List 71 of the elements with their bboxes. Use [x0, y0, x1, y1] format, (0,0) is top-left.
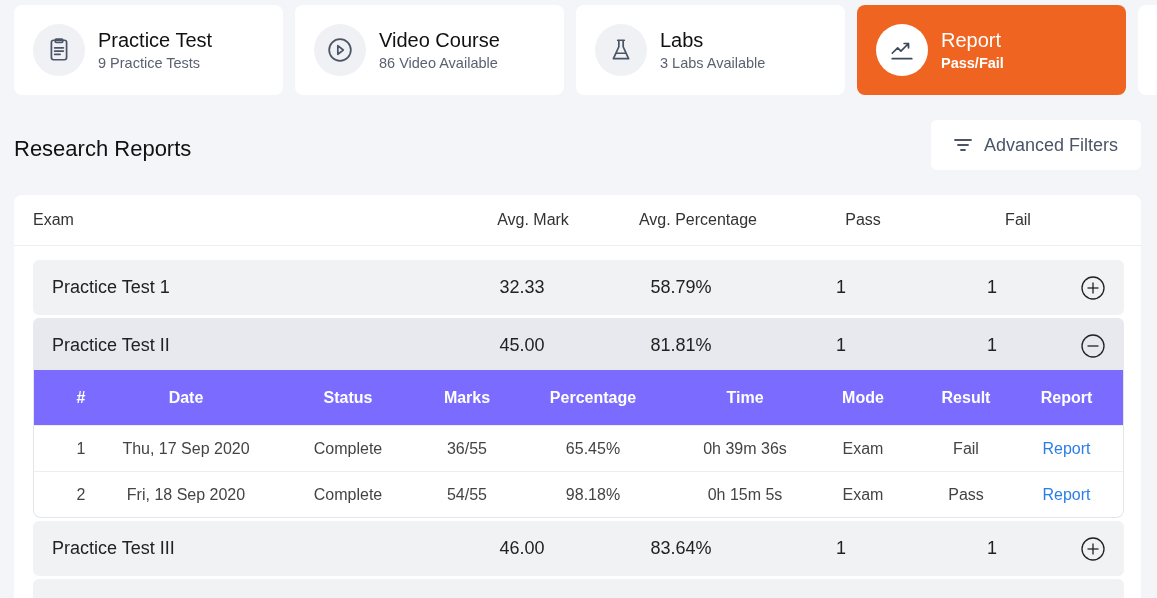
exam-row[interactable]: Practice Test III 46.00 83.64% 1 1	[33, 521, 1124, 576]
table-cell-text: Fri, 18 Sep 2020	[125, 485, 247, 504]
table-cell-text: 0h 15m 5s	[706, 485, 784, 504]
table-cell-text: 58.79%	[649, 277, 713, 298]
table-cell-text: 45.00	[498, 335, 546, 356]
table-cell-text: 0h 39m 36s	[702, 439, 788, 458]
filter-icon	[953, 138, 972, 152]
column-header: Status	[322, 388, 374, 407]
table-cell-text: 1	[835, 335, 847, 356]
table-cell-text: 1	[986, 538, 998, 559]
card-title: Practice Test	[98, 29, 213, 52]
exam-row[interactable]: Practice Test 1 32.33 58.79% 1 1	[33, 260, 1124, 315]
expand-icon[interactable]	[1081, 275, 1105, 300]
card-title: Report	[941, 29, 1003, 52]
column-header: Date	[167, 388, 205, 407]
advanced-filters-button[interactable]: Advanced Filters	[931, 120, 1141, 170]
flask-icon	[595, 24, 647, 76]
table-cell-text: 1	[986, 335, 998, 356]
table-cell-text: 46.00	[498, 538, 546, 559]
column-header: Report	[1039, 388, 1094, 407]
column-header: Time	[725, 388, 765, 407]
collapse-icon[interactable]	[1081, 333, 1105, 358]
column-header: Exam	[33, 211, 75, 229]
column-header: Pass	[844, 211, 882, 229]
table-cell-text: 1	[75, 439, 87, 458]
table-cell-text: Pass	[947, 485, 985, 504]
card-subtitle: 9 Practice Tests	[98, 55, 202, 71]
table-cell-text: 1	[986, 277, 998, 298]
table-cell-text: 1	[835, 277, 847, 298]
table-cell-text: Fail	[952, 439, 980, 458]
report-link[interactable]: Report	[1042, 485, 1091, 503]
table-cell-text: 98.18%	[564, 485, 622, 504]
column-header: Marks	[442, 388, 492, 407]
column-header: Mode	[841, 388, 885, 407]
table-cell-text: Complete	[312, 485, 384, 504]
column-header: Fail	[1004, 211, 1032, 229]
table-cell-text: Exam	[841, 485, 885, 504]
table-cell-text: 1	[835, 538, 847, 559]
section-title: Research Reports	[14, 136, 192, 162]
table-cell-text: 32.33	[498, 277, 546, 298]
category-card[interactable]: Labs 3 Labs Available	[576, 5, 845, 95]
card-subtitle: 86 Video Available	[379, 55, 499, 71]
table-cell-text: Practice Test II	[52, 335, 171, 356]
clipboard-icon	[33, 24, 85, 76]
column-header: Result	[940, 388, 992, 407]
report-link[interactable]: Report	[1042, 439, 1091, 457]
expand-icon[interactable]	[1081, 536, 1105, 561]
column-header: Percentage	[548, 388, 638, 407]
category-card[interactable]: Video Course 86 Video Available	[295, 5, 564, 95]
category-card[interactable]: Practice Test 9 Practice Tests	[14, 5, 283, 95]
table-cell-text: Exam	[841, 439, 885, 458]
table-cell-text: 65.45%	[564, 439, 622, 458]
card-subtitle: Pass/Fail	[941, 55, 1004, 71]
table-cell-text: Thu, 17 Sep 2020	[121, 439, 251, 458]
table-cell-text: 54/55	[445, 485, 488, 504]
table-cell-text: 81.81%	[649, 335, 713, 356]
table-cell-text: 83.64%	[649, 538, 713, 559]
table-cell-text: Practice Test 1	[52, 277, 171, 298]
table-cell-text: 2	[75, 485, 87, 504]
exam-row[interactable]: Practice Test II 45.00 81.81% 1 1	[33, 318, 1124, 373]
table-cell-text: 36/55	[445, 439, 488, 458]
play-icon	[314, 24, 366, 76]
card-title: Labs	[660, 29, 705, 52]
chart-icon	[876, 24, 928, 76]
column-header: Avg. Mark	[496, 211, 570, 229]
column-header: Avg. Percentage	[638, 211, 758, 229]
card-title: Video Course	[379, 29, 500, 52]
column-header: #	[75, 388, 87, 407]
table-cell-text: Practice Test III	[52, 538, 176, 559]
card-subtitle: 3 Labs Available	[660, 55, 766, 71]
table-cell-text: Complete	[312, 439, 384, 458]
